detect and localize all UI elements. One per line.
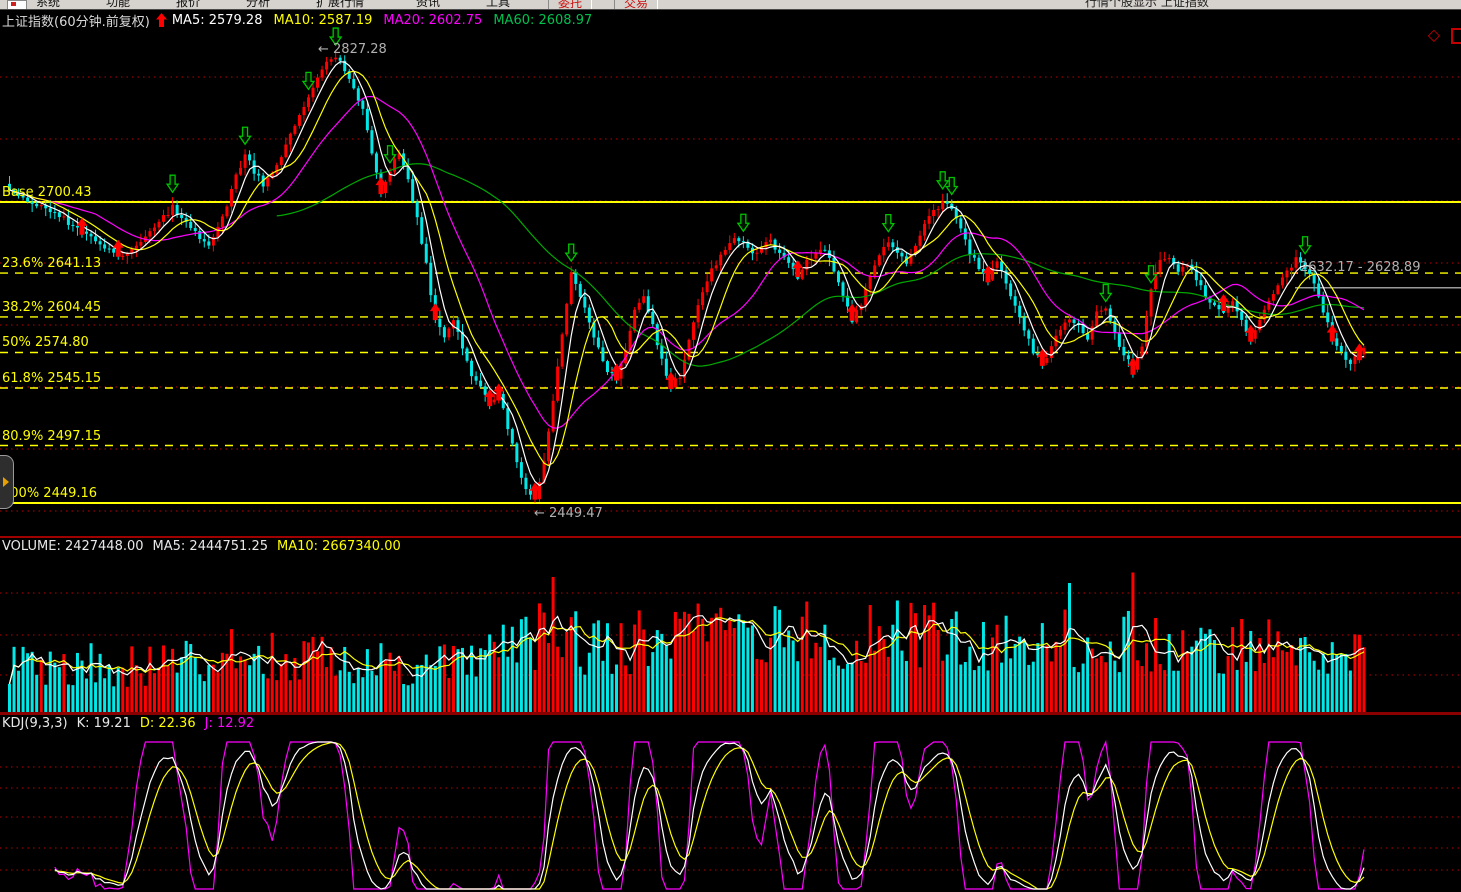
fib-label: 61.8% 2545.15 [2, 371, 101, 386]
expand-arrow-icon [3, 477, 9, 487]
app-window: 行情个股显示 上证指数 系统 功能 报价 分析 扩展行情 资讯 工具 委托 交易 上证指数(60… [0, 0, 1461, 892]
volume-panel[interactable] [0, 538, 1461, 712]
up-arrow-icon [156, 13, 167, 27]
fib-label: 50% 2574.80 [2, 335, 89, 350]
action-button[interactable]: 委托 [548, 0, 592, 10]
fib-label: 80.9% 2497.15 [2, 429, 101, 444]
volume-legend: VOLUME: 2427448.00 MA5: 2444751.25 MA10: 2… [2, 539, 410, 554]
volume-legend-entry: MA5: 2444751.25 [153, 539, 268, 554]
kdj-legend-entry: KDJ(9,3,3) [2, 716, 68, 731]
menu-item[interactable]: 系统 [36, 0, 60, 10]
toolbar-right-text: 行情个股显示 上证指数 [1085, 0, 1209, 10]
square-icon[interactable] [1451, 28, 1461, 44]
kdj-legend-entry: K: 19.21 [77, 716, 131, 731]
kdj-legend-entry: J: 12.92 [205, 716, 255, 731]
menu-item[interactable]: 工具 [486, 0, 510, 10]
ma-legend-entry: MA10: 2587.19 [273, 13, 372, 28]
ma-legend-entry: MA5: 2579.28 [172, 13, 263, 28]
ma-legend-entry: MA60: 2608.97 [493, 13, 592, 28]
fib-label: 100% 2449.16 [2, 486, 97, 501]
main-chart-legend: 上证指数(60分钟.前复权) MA5: 2579.28 MA10: 2587.19… [2, 11, 603, 29]
fib-label: 23.6% 2641.13 [2, 256, 101, 271]
ma-legend: MA5: 2579.28 MA10: 2587.19 MA20: 2602.75 MA… [172, 13, 603, 28]
ma-legend-entry: MA20: 2602.75 [383, 13, 482, 28]
panel-separator [0, 536, 1461, 538]
price-chart-panel[interactable] [30, 10, 1461, 516]
volume-legend-entry: VOLUME: 2427448.00 [2, 539, 144, 554]
trough-price-label: ← 2449.47 [534, 506, 603, 521]
action-button[interactable]: 交易 [614, 0, 658, 10]
panel-separator [0, 712, 1461, 715]
peak-price-label: ← 2827.28 [318, 42, 387, 57]
app-icon[interactable] [7, 0, 27, 10]
kdj-legend: KDJ(9,3,3) K: 19.21 D: 22.36 J: 12.92 [2, 716, 263, 731]
menu-item[interactable]: 功能 [106, 0, 130, 10]
top-menu-bar: 行情个股显示 上证指数 系统 功能 报价 分析 扩展行情 资讯 工具 委托 交易 [0, 0, 1461, 10]
chart-canvas [0, 0, 1461, 892]
menu-item[interactable]: 分析 [246, 0, 270, 10]
diamond-icon[interactable]: ◇ [1428, 27, 1440, 43]
menu-item[interactable]: 资讯 [416, 0, 440, 10]
menu-item[interactable]: 报价 [176, 0, 200, 10]
price-range-label: 2632.17 - 2628.89 [1300, 260, 1420, 275]
fib-label: 38.2% 2604.45 [2, 300, 101, 315]
chart-title: 上证指数(60分钟.前复权) [2, 11, 150, 30]
kdj-panel[interactable] [0, 715, 1461, 892]
fib-label: Base 2700.43 [2, 185, 92, 200]
sidebar-collapse-handle[interactable] [0, 455, 14, 509]
kdj-legend-entry: D: 22.36 [140, 716, 196, 731]
volume-legend-entry: MA10: 2667340.00 [277, 539, 401, 554]
menu-item[interactable]: 扩展行情 [316, 0, 364, 10]
